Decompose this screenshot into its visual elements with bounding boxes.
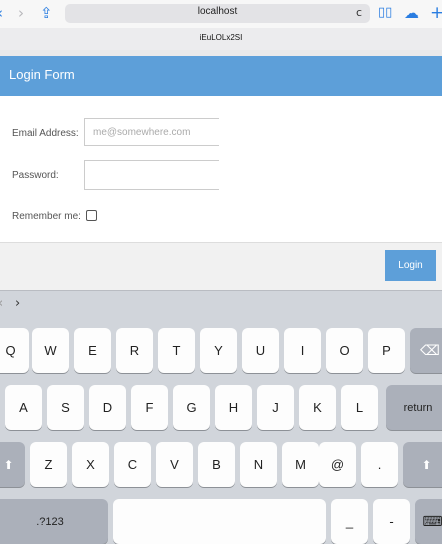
key-at[interactable]: @ xyxy=(319,442,356,487)
form-header: Login Form xyxy=(0,56,442,96)
key-j[interactable]: J xyxy=(257,385,294,430)
password-field[interactable] xyxy=(85,161,219,189)
key-t[interactable]: T xyxy=(158,328,195,373)
key-a[interactable]: A xyxy=(5,385,42,430)
reload-icon[interactable]: c xyxy=(356,6,362,19)
remember-label: Remember me: xyxy=(12,211,81,222)
key-g[interactable]: G xyxy=(173,385,210,430)
key-p[interactable]: P xyxy=(368,328,405,373)
key-c[interactable]: C xyxy=(114,442,151,487)
login-button[interactable]: Login xyxy=(385,250,436,281)
key-e[interactable]: E xyxy=(74,328,111,373)
next-field-icon[interactable]: › xyxy=(15,296,20,311)
forward-icon[interactable]: › xyxy=(18,3,24,23)
new-tab-icon[interactable]: + xyxy=(430,3,442,23)
browser-toolbar: ‹ › ⇪ localhost c ▯▯ ☁ + xyxy=(0,0,442,28)
back-icon[interactable]: ‹ xyxy=(0,3,3,23)
key-o[interactable]: O xyxy=(326,328,363,373)
shift-right-icon[interactable]: ⬆ xyxy=(403,442,442,487)
return-key[interactable]: return xyxy=(386,385,442,430)
key-n[interactable]: N xyxy=(240,442,277,487)
page-content: Login Form Email Address: Password: Reme… xyxy=(0,50,442,291)
key-q[interactable]: Q xyxy=(0,328,29,373)
dismiss-keyboard-icon[interactable]: ⌨ xyxy=(415,499,442,544)
key-x[interactable]: X xyxy=(72,442,109,487)
key-underscore[interactable]: _ xyxy=(331,499,368,544)
key-dash[interactable]: - xyxy=(373,499,410,544)
key-h[interactable]: H xyxy=(215,385,252,430)
share-icon[interactable]: ⇪ xyxy=(40,3,53,23)
email-field-wrapper xyxy=(84,118,219,146)
password-label: Password: xyxy=(12,170,59,181)
key-period[interactable]: . xyxy=(361,442,398,487)
key-k[interactable]: K xyxy=(299,385,336,430)
email-label: Email Address: xyxy=(12,128,79,139)
key-z[interactable]: Z xyxy=(30,442,67,487)
remember-checkbox[interactable] xyxy=(86,210,97,221)
tab-title[interactable]: iEuLOLx2SI xyxy=(0,33,442,42)
key-u[interactable]: U xyxy=(242,328,279,373)
keyboard-accessory-bar: ‹ › xyxy=(0,290,442,318)
previous-field-icon[interactable]: ‹ xyxy=(0,296,3,311)
shift-left-icon[interactable]: ⬆ xyxy=(0,442,25,487)
cloud-tabs-icon[interactable]: ☁ xyxy=(404,3,419,23)
key-f[interactable]: F xyxy=(131,385,168,430)
key-r[interactable]: R xyxy=(116,328,153,373)
key-y[interactable]: Y xyxy=(200,328,237,373)
on-screen-keyboard: Q W E R T Y U I O P ⌫ A S D F G H J K L … xyxy=(0,318,442,544)
numbers-key[interactable]: .?123 xyxy=(0,499,108,544)
form-footer: Login xyxy=(0,242,442,291)
key-v[interactable]: V xyxy=(156,442,193,487)
key-d[interactable]: D xyxy=(89,385,126,430)
url-text: localhost xyxy=(197,6,238,17)
key-s[interactable]: S xyxy=(47,385,84,430)
password-field-wrapper xyxy=(84,160,219,190)
key-b[interactable]: B xyxy=(198,442,235,487)
key-l[interactable]: L xyxy=(341,385,378,430)
key-w[interactable]: W xyxy=(32,328,69,373)
form-body: Email Address: Password: Remember me: xyxy=(0,96,442,242)
tab-strip: iEuLOLx2SI xyxy=(0,28,442,51)
address-bar[interactable]: localhost c xyxy=(65,4,370,23)
delete-icon[interactable]: ⌫ xyxy=(410,328,442,373)
bookmarks-icon[interactable]: ▯▯ xyxy=(378,3,392,23)
email-field[interactable] xyxy=(85,119,219,145)
space-key[interactable] xyxy=(113,499,326,544)
key-m[interactable]: M xyxy=(282,442,319,487)
key-i[interactable]: I xyxy=(284,328,321,373)
form-title: Login Form xyxy=(9,67,75,82)
